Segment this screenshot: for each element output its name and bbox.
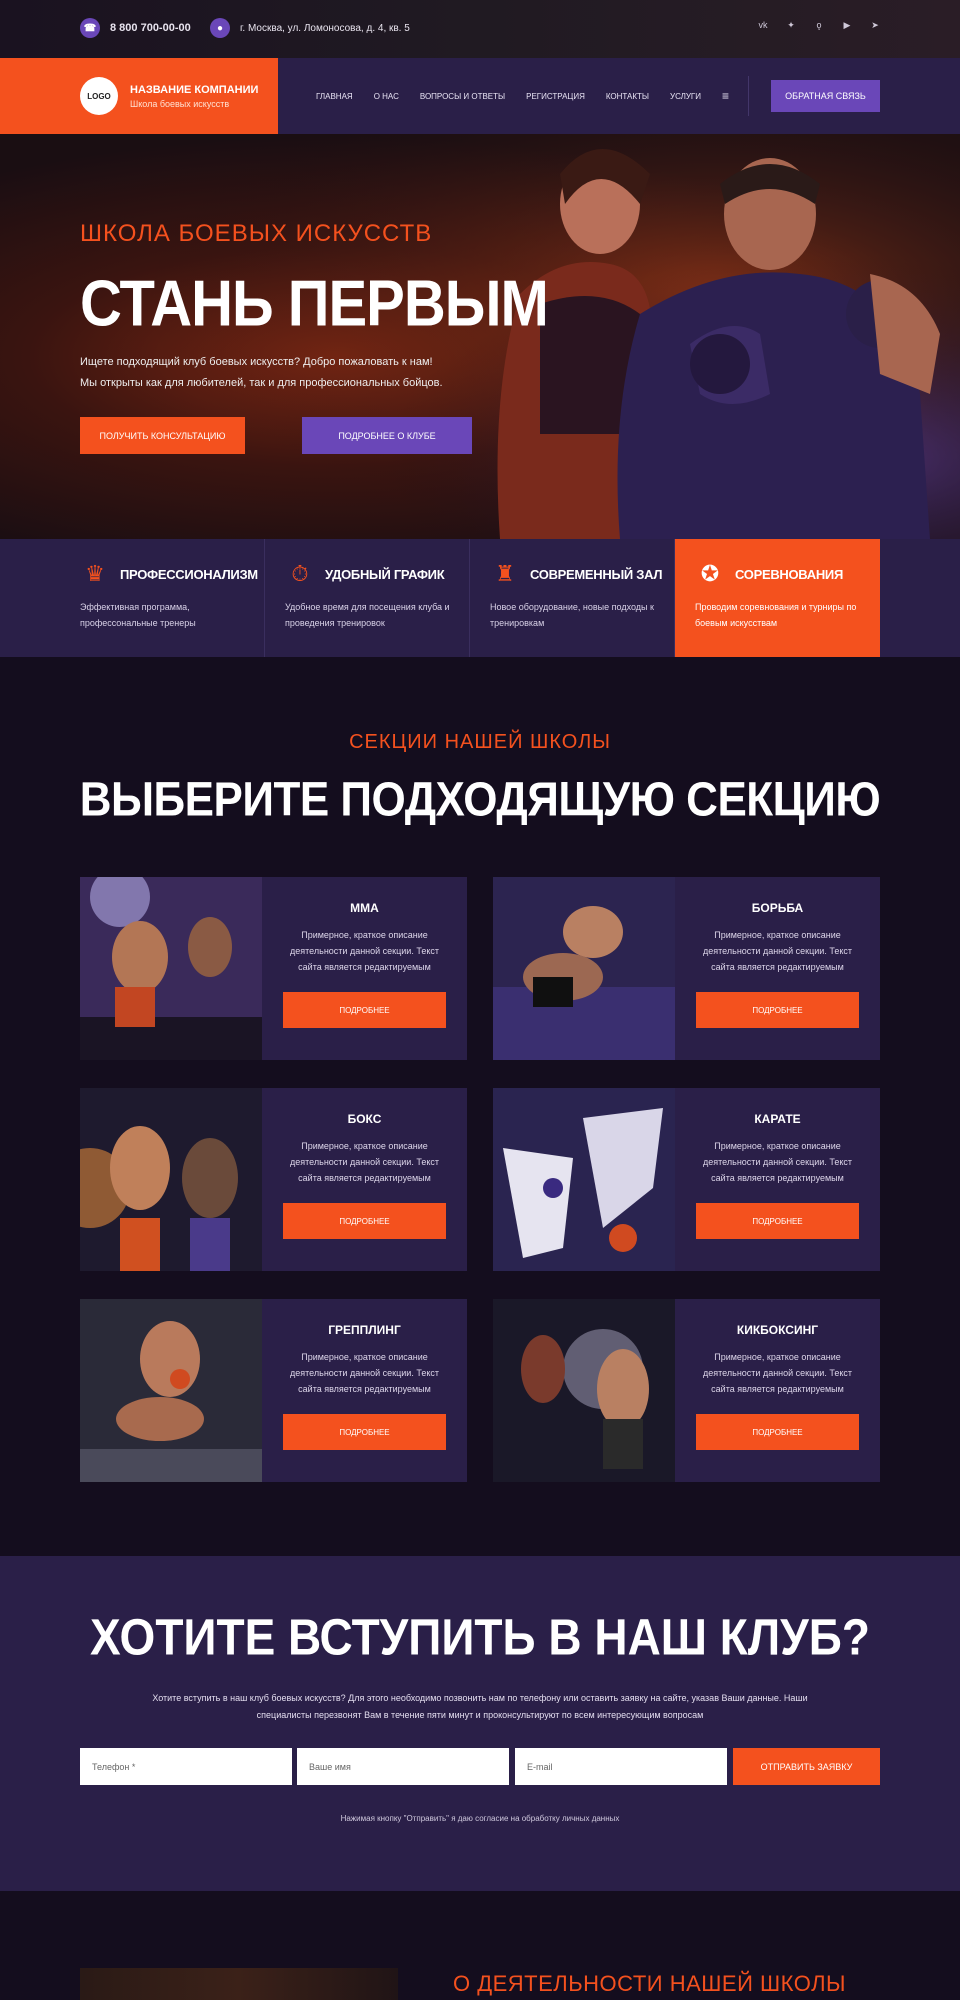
feature-text: Эффективная программа, професcональные т… [80, 602, 196, 628]
mma-image [80, 877, 262, 1060]
join-club-section: ХОТИТЕ ВСТУПИТЬ В НАШ КЛУБ? Хотите вступ… [0, 1556, 960, 1891]
hero-subtitle: ШКОЛА БОЕВЫХ ИСКУССТВ [80, 220, 433, 247]
boxing-image [80, 1088, 262, 1271]
phone-field[interactable]: Телефон * [80, 1748, 292, 1785]
youtube-icon[interactable]: ▶ [842, 20, 852, 31]
nav-item-contacts[interactable]: КОНТАКТЫ [606, 92, 649, 101]
feature-text: Новое оборудование, новые подходы к трен… [490, 602, 654, 628]
menu-icon[interactable]: ≡ [722, 89, 729, 103]
card-more-button[interactable]: ПОДРОБНЕЕ [283, 1414, 446, 1450]
social-links: vk ✦ ǫ ▶ ➤ [758, 20, 880, 31]
medal-icon: ✪ [700, 561, 720, 586]
brand-block[interactable]: LOGO НАЗВАНИЕ КОМПАНИИ Школа боевых иску… [0, 58, 278, 134]
karate-image [493, 1088, 675, 1271]
feature-title: СОВРЕМЕННЫЙ ЗАЛ [530, 566, 663, 582]
card-text: Примерное, краткое описание деятельности… [290, 930, 439, 972]
nav-item-services[interactable]: УСЛУГИ [670, 92, 701, 101]
join-text: Хотите вступить в наш клуб боевых искусс… [152, 1693, 808, 1720]
about-image [80, 1968, 398, 2000]
card-title: ММА [350, 901, 379, 915]
feature-professionalism: ♛ ПРОФЕССИОНАЛИЗМ Эффективная программа,… [60, 539, 265, 657]
odnoklassniki-icon[interactable]: ǫ [814, 20, 824, 31]
section-card-wrestling: БОРЬБА Примерное, краткое описание деяте… [493, 877, 880, 1060]
consent-note: Нажимая кнопку "Отправить" я даю согласи… [340, 1814, 620, 1823]
feature-schedule: ⏱ УДОБНЫЙ ГРАФИК Удобное время для посещ… [265, 539, 470, 657]
about-title: О ДЕЯТЕЛЬНОСТИ НАШЕЙ ШКОЛЫ [453, 1971, 847, 1996]
company-tagline: Школа боевых искусств [130, 98, 230, 109]
phone-number[interactable]: 8 800 700-00-00 [110, 22, 191, 34]
card-text: Примерное, краткое описание деятельности… [290, 1352, 439, 1394]
join-title: ХОТИТЕ ВСТУПИТЬ В НАШ КЛУБ? [90, 1608, 870, 1666]
main-nav: ГЛАВНАЯ О НАС ВОПРОСЫ И ОТВЕТЫ РЕГИСТРАЦ… [316, 58, 729, 134]
submit-application-button[interactable]: ОТПРАВИТЬ ЗАЯВКУ [733, 1748, 880, 1785]
hero-text-line: Ищете подходящий клуб боевых искусств? Д… [80, 356, 433, 368]
about-section: О ДЕЯТЕЛЬНОСТИ НАШЕЙ ШКОЛЫ [0, 1891, 960, 2000]
sections-block: СЕКЦИИ НАШЕЙ ШКОЛЫ ВЫБЕРИТЕ ПОДХОДЯЩУЮ С… [0, 657, 960, 1556]
hero-title: СТАНЬ ПЕРВЫМ [80, 267, 549, 340]
nav-divider [748, 76, 749, 116]
phone-icon: ☎ [80, 18, 100, 38]
twitter-icon[interactable]: ✦ [786, 20, 796, 31]
feedback-button[interactable]: ОБРАТНАЯ СВЯЗЬ [771, 80, 880, 112]
card-text: Примерное, краткое описание деятельности… [703, 1352, 852, 1394]
nav-item-registration[interactable]: РЕГИСТРАЦИЯ [526, 92, 585, 101]
features-bar: ♛ ПРОФЕССИОНАЛИЗМ Эффективная программа,… [0, 539, 960, 657]
card-text: Примерное, краткое описание деятельности… [290, 1141, 439, 1183]
gym-icon: ♜ [495, 561, 515, 586]
email-field[interactable]: E-mail [515, 1748, 727, 1785]
address-text: г. Москва, ул. Ломоносова, д. 4, кв. 5 [240, 22, 410, 34]
card-title: КАРАТЕ [754, 1112, 801, 1126]
sections-title: ВЫБЕРИТЕ ПОДХОДЯЩУЮ СЕКЦИЮ [79, 772, 881, 827]
card-text: Примерное, краткое описание деятельности… [703, 1141, 852, 1183]
section-card-grappling: ГРЕППЛИНГ Примерное, краткое описание де… [80, 1299, 467, 1482]
name-field[interactable]: Ваше имя [297, 1748, 509, 1785]
logo[interactable]: LOGO [80, 77, 118, 115]
feature-text: Проводим соревнования и турниры по боевы… [695, 602, 857, 628]
feature-text: Удобное время для посещения клуба и пров… [285, 602, 450, 628]
location-pin-icon: ● [210, 18, 230, 38]
nav-item-about[interactable]: О НАС [374, 92, 399, 101]
section-card-kickboxing: КИКБОКСИНГ Примерное, краткое описание д… [493, 1299, 880, 1482]
stopwatch-icon: ⏱ [291, 561, 309, 586]
feature-title: СОРЕВНОВАНИЯ [735, 566, 844, 582]
company-name: НАЗВАНИЕ КОМПАНИИ [130, 83, 259, 96]
hero-text-line: Мы открыты как для любителей, так и для … [80, 377, 443, 389]
sections-subtitle: СЕКЦИИ НАШЕЙ ШКОЛЫ [349, 731, 611, 753]
address-contact: ● г. Москва, ул. Ломоносова, д. 4, кв. 5 [210, 18, 410, 38]
hero-description: Ищете подходящий клуб боевых искусств? Д… [80, 352, 500, 394]
top-bar: ☎ 8 800 700-00-00 ● г. Москва, ул. Ломон… [0, 0, 960, 58]
section-card-mma: ММА Примерное, краткое описание деятельн… [80, 877, 467, 1060]
card-more-button[interactable]: ПОДРОБНЕЕ [696, 992, 859, 1028]
section-card-karate: КАРАТЕ Примерное, краткое описание деяте… [493, 1088, 880, 1271]
card-text: Примерное, краткое описание деятельности… [703, 930, 852, 972]
grappling-image [80, 1299, 262, 1482]
award-icon: ♛ [85, 561, 105, 586]
phone-contact[interactable]: ☎ 8 800 700-00-00 [80, 18, 191, 38]
kickboxing-image [493, 1299, 675, 1482]
card-title: КИКБОКСИНГ [736, 1323, 819, 1337]
card-more-button[interactable]: ПОДРОБНЕЕ [696, 1203, 859, 1239]
feature-title: ПРОФЕССИОНАЛИЗМ [120, 566, 258, 582]
card-more-button[interactable]: ПОДРОБНЕЕ [283, 1203, 446, 1239]
card-title: БОКС [347, 1112, 382, 1126]
card-title: ГРЕППЛИНГ [328, 1323, 401, 1337]
hero-banner: ШКОЛА БОЕВЫХ ИСКУССТВ СТАНЬ ПЕРВЫМ Ищете… [0, 134, 960, 539]
feature-gym: ♜ СОВРЕМЕННЫЙ ЗАЛ Новое оборудование, но… [470, 539, 675, 657]
feature-title: УДОБНЫЙ ГРАФИК [325, 566, 445, 582]
card-more-button[interactable]: ПОДРОБНЕЕ [696, 1414, 859, 1450]
section-card-boxing: БОКС Примерное, краткое описание деятель… [80, 1088, 467, 1271]
card-title: БОРЬБА [751, 901, 804, 915]
site-header: LOGO НАЗВАНИЕ КОМПАНИИ Школа боевых иску… [0, 58, 960, 134]
nav-item-faq[interactable]: ВОПРОСЫ И ОТВЕТЫ [420, 92, 505, 101]
club-details-button[interactable]: ПОДРОБНЕЕ О КЛУБЕ [302, 417, 472, 454]
consultation-button[interactable]: ПОЛУЧИТЬ КОНСУЛЬТАЦИЮ [80, 417, 245, 454]
nav-item-home[interactable]: ГЛАВНАЯ [316, 92, 353, 101]
vk-icon[interactable]: vk [758, 20, 768, 31]
card-more-button[interactable]: ПОДРОБНЕЕ [283, 992, 446, 1028]
telegram-icon[interactable]: ➤ [870, 20, 880, 31]
feature-competitions: ✪ СОРЕВНОВАНИЯ Проводим соревнования и т… [675, 539, 880, 657]
wrestling-image [493, 877, 675, 1060]
